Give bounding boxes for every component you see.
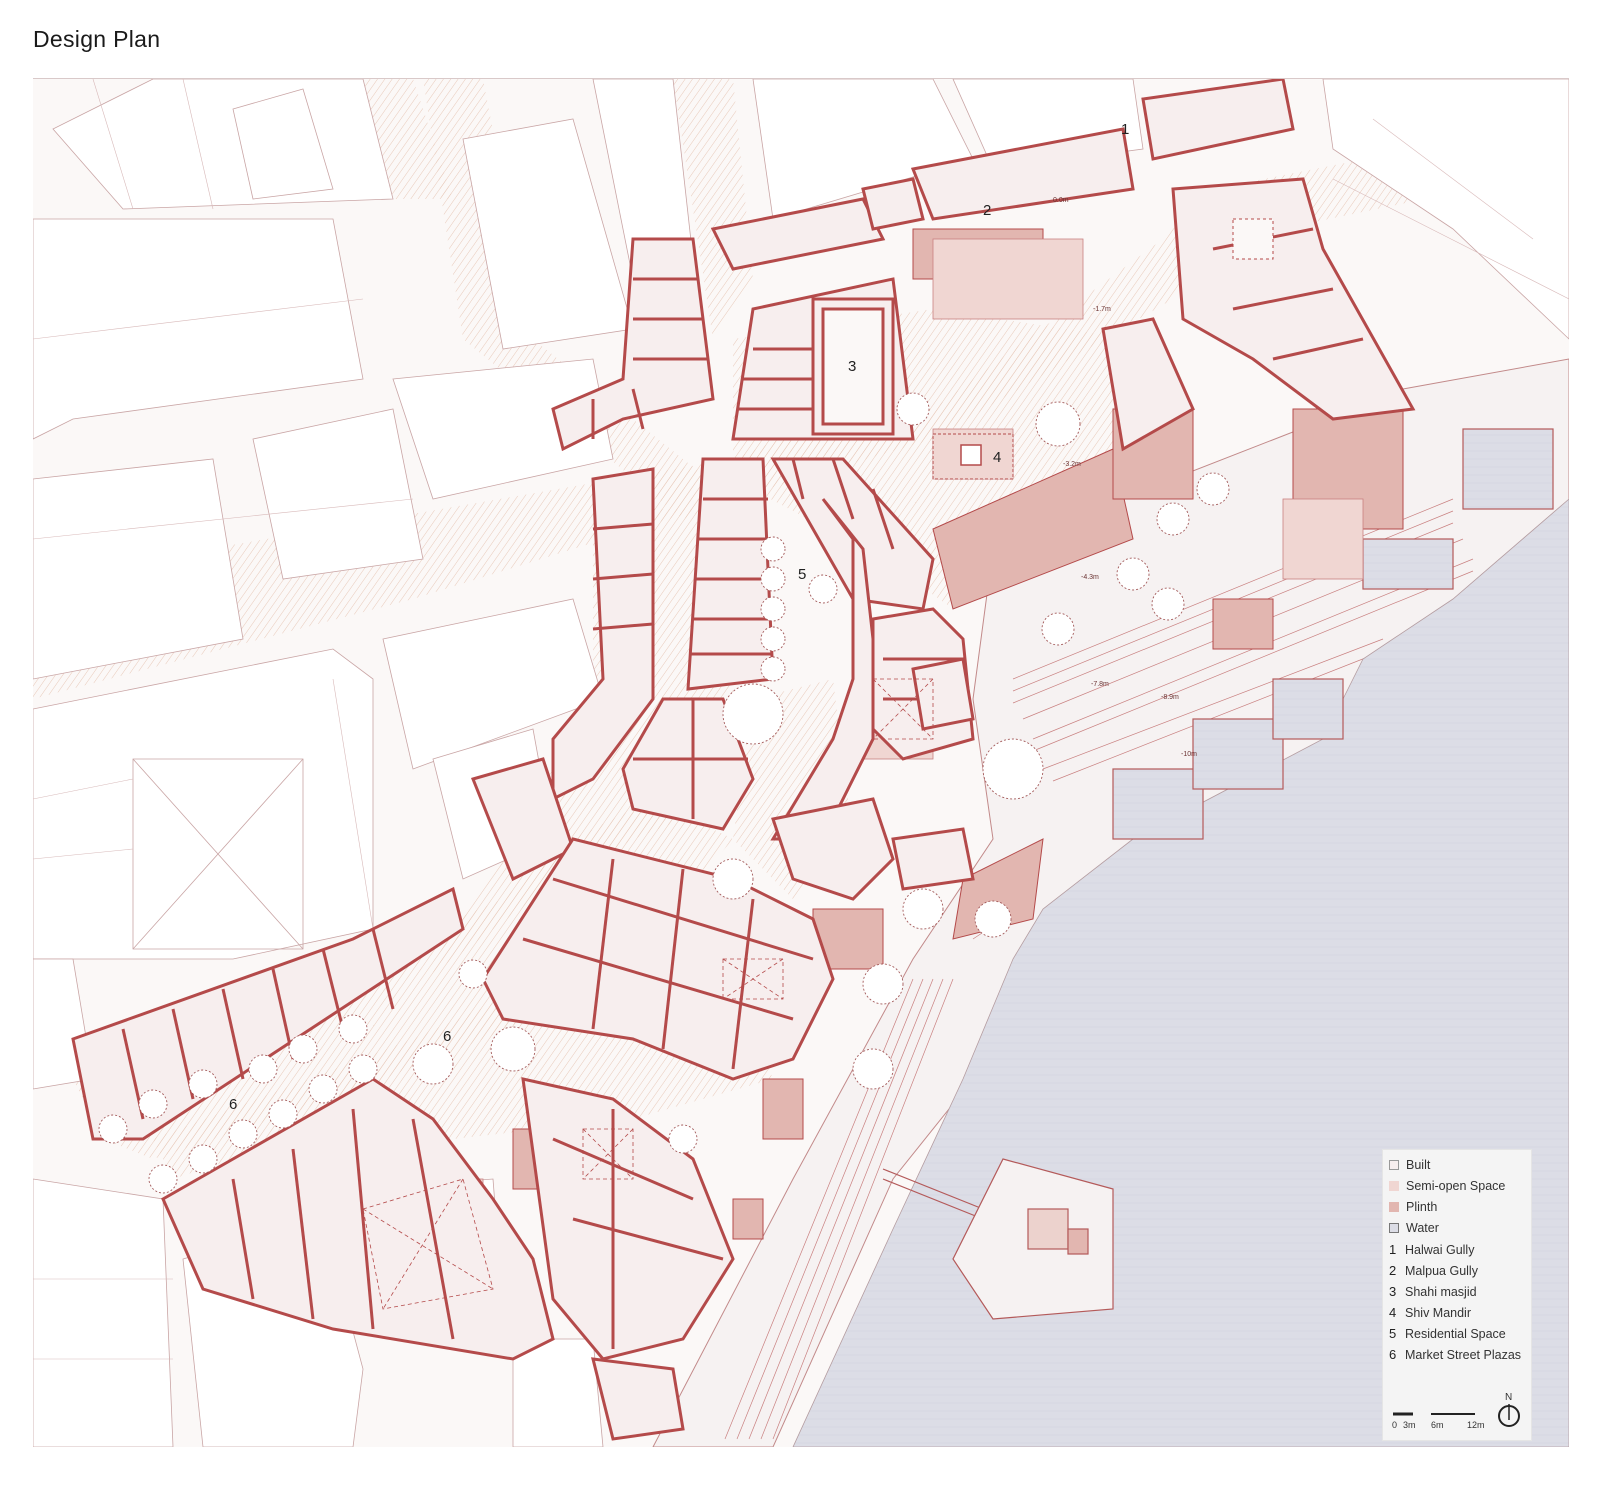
- legend-plinth: Plinth: [1389, 1200, 1437, 1214]
- label-market-plaza-east: 6: [443, 1028, 451, 1045]
- scale-6m: 6m: [1431, 1420, 1444, 1430]
- legend-item-4: 4 Shiv Mandir: [1389, 1305, 1471, 1320]
- scale-0: 0: [1392, 1420, 1398, 1430]
- semi-open-swatch: [1389, 1181, 1399, 1191]
- legend-water: Water: [1389, 1221, 1439, 1235]
- label-residential-space: 5: [798, 566, 806, 583]
- legend-semi-open: Semi-open Space: [1389, 1179, 1505, 1193]
- label-shahi-masjid: 3: [848, 358, 856, 375]
- water-swatch: [1389, 1223, 1399, 1233]
- label-malpua-gully: 2: [983, 202, 991, 219]
- page-title: Design Plan: [33, 26, 161, 52]
- scale-12m: 12m: [1467, 1420, 1485, 1430]
- level-4: -7.8m: [1091, 681, 1109, 688]
- level-5: -8.9m: [1161, 694, 1179, 701]
- label-market-plaza-west: 6: [229, 1096, 237, 1113]
- built-swatch: [1389, 1160, 1399, 1170]
- legend-item-5: 5 Residential Space: [1389, 1326, 1506, 1341]
- legend-item-6: 6 Market Street Plazas: [1389, 1347, 1522, 1362]
- label-shiv-mandir: 4: [993, 449, 1001, 466]
- scale-bar: 0 3m 6m 12m N: [1391, 1392, 1521, 1434]
- level-2: -3.2m: [1063, 461, 1081, 468]
- legend-item-3: 3 Shahi masjid: [1389, 1284, 1477, 1299]
- plinth-swatch: [1389, 1202, 1399, 1212]
- level-1: -1.7m: [1093, 306, 1111, 313]
- label-halwai-gully: 1: [1121, 121, 1129, 138]
- level-0: 0.0m: [1053, 197, 1069, 204]
- legend-item-2: 2 Malpua Gully: [1389, 1263, 1478, 1278]
- map-legend: Built Semi-open Space Plinth Water 1 Hal…: [1382, 1149, 1532, 1441]
- level-6: -10m: [1181, 751, 1197, 758]
- site-plan-map: 1 2 3 4 5 6 6 0.0m -1.7m -3.2m -4.3m -7.…: [33, 78, 1569, 1447]
- legend-item-1: 1 Halwai Gully: [1389, 1242, 1475, 1257]
- scale-3m: 3m: [1403, 1420, 1416, 1430]
- north-label: N: [1505, 1392, 1513, 1403]
- legend-built: Built: [1389, 1158, 1430, 1172]
- level-3: -4.3m: [1081, 574, 1099, 581]
- plan-drawing: 1 2 3 4 5 6 6 0.0m -1.7m -3.2m -4.3m -7.…: [33, 79, 1569, 1447]
